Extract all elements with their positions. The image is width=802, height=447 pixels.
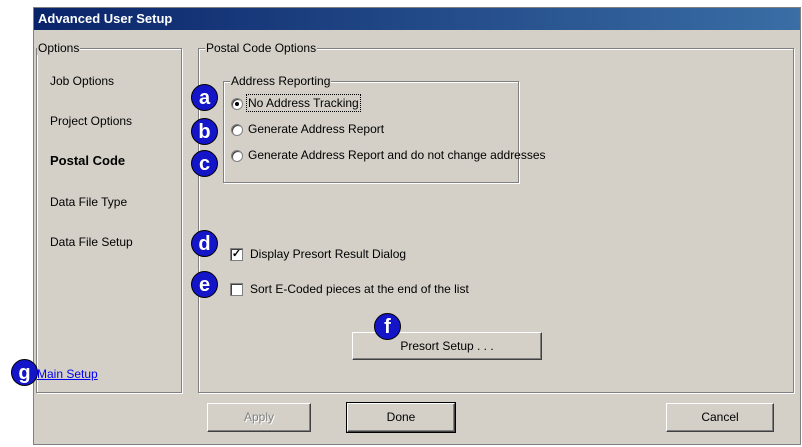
radio-selected-dot xyxy=(235,102,239,106)
checkbox-sort-ecoded[interactable] xyxy=(230,283,243,296)
postal-code-options-group: Postal Code Options Address Reporting No… xyxy=(198,41,794,393)
advanced-user-setup-dialog: Advanced User Setup Options Job Options … xyxy=(34,8,800,444)
radio-label-no-address-tracking[interactable]: No Address Tracking xyxy=(246,94,361,112)
address-reporting-legend: Address Reporting xyxy=(230,74,332,88)
done-button[interactable]: Done xyxy=(346,402,456,433)
annotation-badge-c: c xyxy=(191,150,218,177)
apply-button[interactable]: Apply xyxy=(207,403,311,432)
nav-item-postal-code[interactable]: Postal Code xyxy=(50,153,125,168)
annotation-badge-a: a xyxy=(191,84,218,111)
options-legend: Options xyxy=(37,41,81,55)
annotation-badge-g: g xyxy=(11,359,38,386)
checkbox-label-sort-ecoded[interactable]: Sort E-Coded pieces at the end of the li… xyxy=(250,282,469,296)
nav-item-data-file-type[interactable]: Data File Type xyxy=(50,195,127,209)
address-reporting-group: Address Reporting No Address Tracking Ge… xyxy=(223,74,546,183)
postal-code-options-legend: Postal Code Options xyxy=(205,41,318,55)
annotation-badge-b: b xyxy=(191,118,218,145)
checkbox-display-presort[interactable]: ✓ xyxy=(230,248,243,261)
nav-item-job-options[interactable]: Job Options xyxy=(50,74,114,88)
radio-label-generate-address-report[interactable]: Generate Address Report xyxy=(248,122,384,136)
radio-no-address-tracking[interactable] xyxy=(231,98,243,110)
annotation-badge-d: d xyxy=(191,230,218,257)
nav-item-project-options[interactable]: Project Options xyxy=(50,114,132,128)
window-title: Advanced User Setup xyxy=(34,8,800,30)
radio-generate-address-report[interactable] xyxy=(231,124,243,136)
options-group: Options Job Options Project Options Post… xyxy=(36,41,182,393)
cancel-button[interactable]: Cancel xyxy=(666,403,774,432)
checkbox-label-display-presort[interactable]: Display Presort Result Dialog xyxy=(250,247,406,261)
annotation-badge-f: f xyxy=(374,313,401,340)
nav-item-data-file-setup[interactable]: Data File Setup xyxy=(50,235,133,249)
radio-label-generate-report-no-change[interactable]: Generate Address Report and do not chang… xyxy=(248,148,546,162)
main-setup-link[interactable]: Main Setup xyxy=(37,367,98,381)
annotation-badge-e: e xyxy=(191,271,218,298)
radio-generate-report-no-change[interactable] xyxy=(231,150,243,162)
